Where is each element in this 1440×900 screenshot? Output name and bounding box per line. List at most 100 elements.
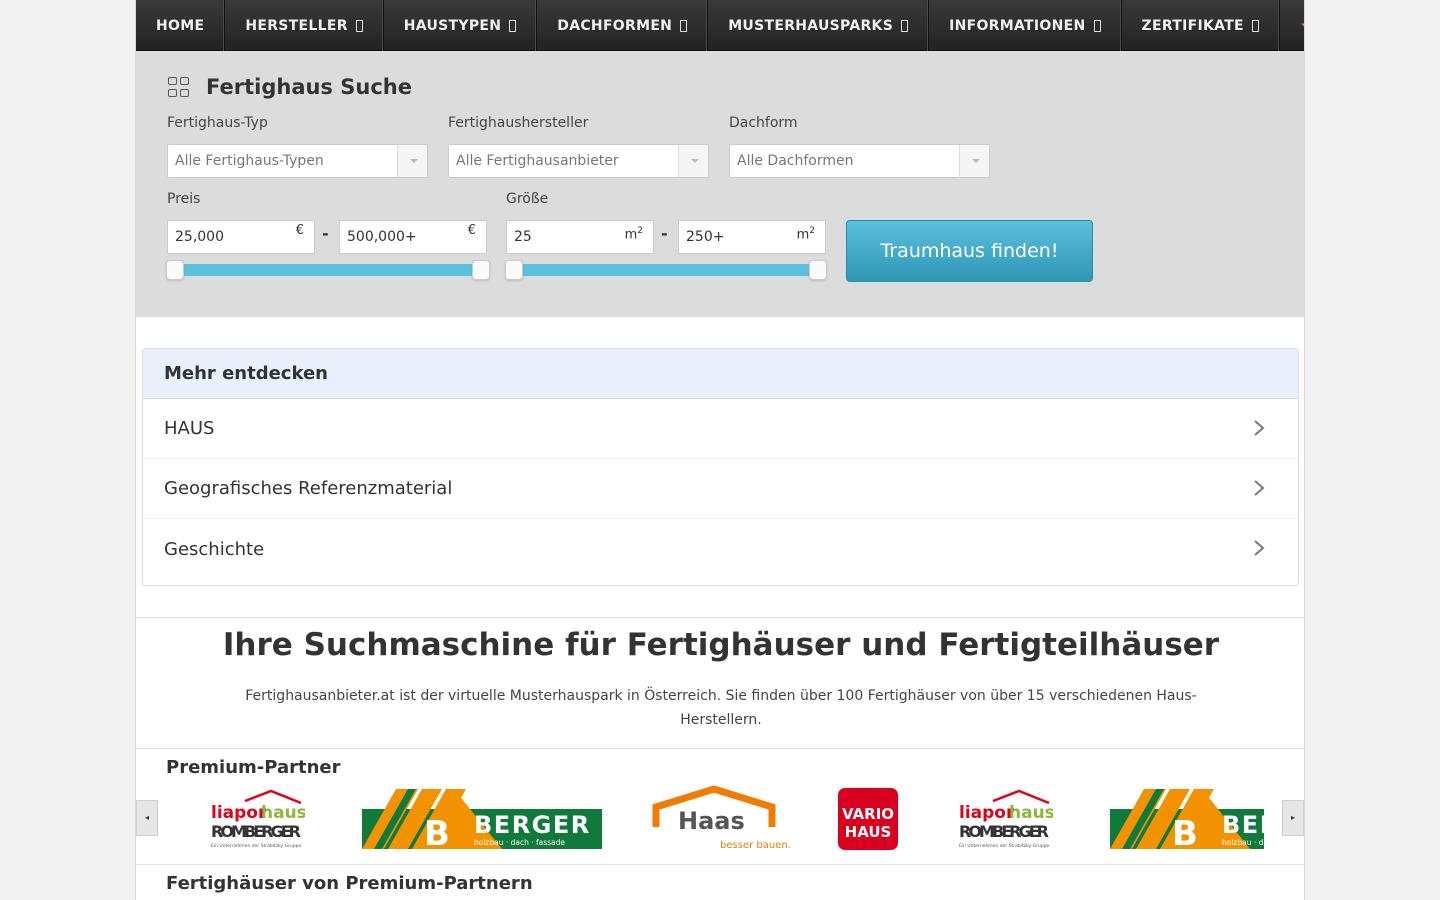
chevron-down-icon[interactable] <box>397 145 427 177</box>
roof-select-value: Alle Dachformen <box>737 153 854 169</box>
chevron-right-icon <box>1254 540 1265 556</box>
discover-item[interactable]: Geschichte <box>143 519 1298 579</box>
nav-item-label: HERSTELLER <box>245 17 348 34</box>
discover-title: Mehr entdecken <box>143 349 1298 399</box>
chevron-right-icon <box>1254 480 1265 496</box>
price-slider-max-handle[interactable] <box>472 260 490 280</box>
size-max-unit: m2 <box>796 226 815 243</box>
svg-text:holzbau · dach · fassade: holzbau · dach · fassade <box>1222 838 1264 847</box>
svg-text:ROMBERGER: ROMBERGER <box>211 822 301 841</box>
size-max-input[interactable]: 250+ m2 <box>678 220 826 254</box>
size-min-input[interactable]: 25 m2 <box>506 220 654 254</box>
size-min-value: 25 <box>514 229 532 245</box>
price-slider[interactable] <box>166 260 490 280</box>
nav-item-home[interactable]: HOME <box>136 0 226 51</box>
size-slider-max-handle[interactable] <box>809 260 827 280</box>
nav-item-label: HOME <box>156 17 205 34</box>
chevron-right-icon <box>1254 420 1265 436</box>
partner-logo-carousel: liapor haus ROMBERGER Ein Unternehmen de… <box>164 785 1264 855</box>
discover-panel: Mehr entdecken HAUS Geografisches Referen… <box>142 348 1299 586</box>
grid-icon <box>168 77 190 97</box>
dropdown-icon <box>355 19 363 32</box>
berger-logo[interactable]: B BERGER holzbau · dach · fassade <box>362 785 602 855</box>
size-max-value: 250+ <box>686 229 725 245</box>
carousel-next-button[interactable]: ▸ <box>1282 800 1304 836</box>
nav-item-label: ZERTIFIKATE <box>1141 17 1244 34</box>
nav-item-label: HAUSTYPEN <box>403 17 502 34</box>
liapor-romberger-logo[interactable]: liapor haus ROMBERGER Ein Unternehmen de… <box>957 785 1053 855</box>
search-title-text: Fertighaus Suche <box>206 75 412 99</box>
size-slider-range <box>513 264 821 276</box>
price-max-unit: € <box>467 223 476 238</box>
type-label: Fertighaus-Typ <box>167 115 268 131</box>
haas-logo[interactable]: Haas besser bauen. <box>652 785 792 855</box>
size-slider-min-handle[interactable] <box>505 260 523 280</box>
chevron-down-icon[interactable] <box>678 145 708 177</box>
premium-houses-title: Fertighäuser von Premium-Partnern <box>166 873 533 894</box>
dropdown-icon <box>680 19 688 32</box>
discover-item-label: Geografisches Referenzmaterial <box>164 478 453 499</box>
nav-item-label: DACHFORMEN <box>557 17 673 34</box>
nav-item-hersteller[interactable]: HERSTELLER <box>225 0 384 51</box>
maker-select-value: Alle Fertighausanbieter <box>456 153 619 169</box>
dropdown-icon <box>901 19 909 32</box>
nav-item-musterhausparks[interactable]: MUSTERHAUSPARKS <box>708 0 930 51</box>
star-icon <box>1300 22 1304 34</box>
svg-text:holzbau · dach · fassade: holzbau · dach · fassade <box>474 838 565 847</box>
price-max-value: 500,000+ <box>347 229 417 245</box>
nav-item-label: INFORMATIONEN <box>949 17 1086 34</box>
find-dream-house-button[interactable]: Traumhaus finden! <box>846 220 1093 282</box>
svg-text:BERGER: BERGER <box>1222 811 1264 839</box>
nav-item-haustypen[interactable]: HAUSTYPEN <box>384 0 538 51</box>
carousel-prev-button[interactable]: ◂ <box>136 800 158 836</box>
svg-text:haus: haus <box>1009 803 1053 823</box>
hero-title: Ihre Suchmaschine für Fertighäuser und F… <box>222 627 1220 663</box>
roof-select[interactable]: Alle Dachformen <box>729 144 990 178</box>
svg-text:haus: haus <box>261 803 305 823</box>
price-min-input[interactable]: 25,000 € <box>167 220 315 254</box>
dropdown-icon <box>1251 19 1259 32</box>
svg-text:besser bauen.: besser bauen. <box>720 840 791 851</box>
page-container: HOME HERSTELLER HAUSTYPEN DACHFORMEN MUSTERH… <box>135 0 1305 900</box>
vario-haus-logo[interactable]: VARIO HAUS <box>837 785 899 855</box>
size-min-unit: m2 <box>624 226 643 243</box>
roof-label: Dachform <box>729 115 798 131</box>
premium-partner-title: Premium-Partner <box>166 757 341 778</box>
price-slider-range <box>174 264 482 276</box>
nav-item-favorites[interactable] <box>1280 0 1304 51</box>
discover-item[interactable]: Geografisches Referenzmaterial <box>143 459 1298 519</box>
nav-item-dachformen[interactable]: DACHFORMEN <box>537 0 709 51</box>
discover-item-label: Geschichte <box>164 538 265 560</box>
nav-item-label: MUSTERHAUSPARKS <box>728 17 894 34</box>
search-title: Fertighaus Suche <box>168 75 412 99</box>
svg-text:Ein Unternehmen der Strabitzky: Ein Unternehmen der Strabitzky Gruppe <box>211 843 302 849</box>
nav-item-informationen[interactable]: INFORMATIONEN <box>929 0 1122 51</box>
size-label: Größe <box>506 191 549 207</box>
svg-text:BERGER: BERGER <box>474 811 591 839</box>
liapor-romberger-logo[interactable]: liapor haus ROMBERGER Ein Unternehmen de… <box>209 785 305 855</box>
dropdown-icon <box>509 19 517 32</box>
price-range-dash: - <box>322 224 329 243</box>
dropdown-icon <box>1093 19 1101 32</box>
size-range-dash: - <box>661 224 668 243</box>
price-slider-min-handle[interactable] <box>166 260 184 280</box>
svg-text:liapor: liapor <box>959 803 1015 823</box>
chevron-down-icon[interactable] <box>959 145 989 177</box>
size-slider[interactable] <box>505 260 827 280</box>
discover-item-label: HAUS <box>164 418 215 439</box>
berger-logo[interactable]: B BERGER holzbau · dach · fassade <box>1110 785 1264 855</box>
svg-text:HAUS: HAUS <box>845 823 892 841</box>
maker-select[interactable]: Alle Fertighausanbieter <box>448 144 709 178</box>
nav-item-zertifikate[interactable]: ZERTIFIKATE <box>1122 0 1280 51</box>
type-select-value: Alle Fertighaus-Typen <box>175 153 324 169</box>
search-panel: Fertighaus Suche Fertighaus-Typ Fertigha… <box>136 51 1304 317</box>
type-select[interactable]: Alle Fertighaus-Typen <box>167 144 428 178</box>
price-label: Preis <box>167 191 201 207</box>
svg-text:VARIO: VARIO <box>842 805 894 823</box>
svg-text:Ein Unternehmen der Strabitzky: Ein Unternehmen der Strabitzky Gruppe <box>959 843 1050 849</box>
discover-item[interactable]: HAUS <box>143 399 1298 459</box>
svg-text:ROMBERGER: ROMBERGER <box>959 822 1049 841</box>
main-navigation: HOME HERSTELLER HAUSTYPEN DACHFORMEN MUSTERH… <box>136 0 1304 51</box>
hero-text: Fertighausanbieter.at ist der virtuelle … <box>245 688 1197 728</box>
price-max-input[interactable]: 500,000+ € <box>339 220 487 254</box>
